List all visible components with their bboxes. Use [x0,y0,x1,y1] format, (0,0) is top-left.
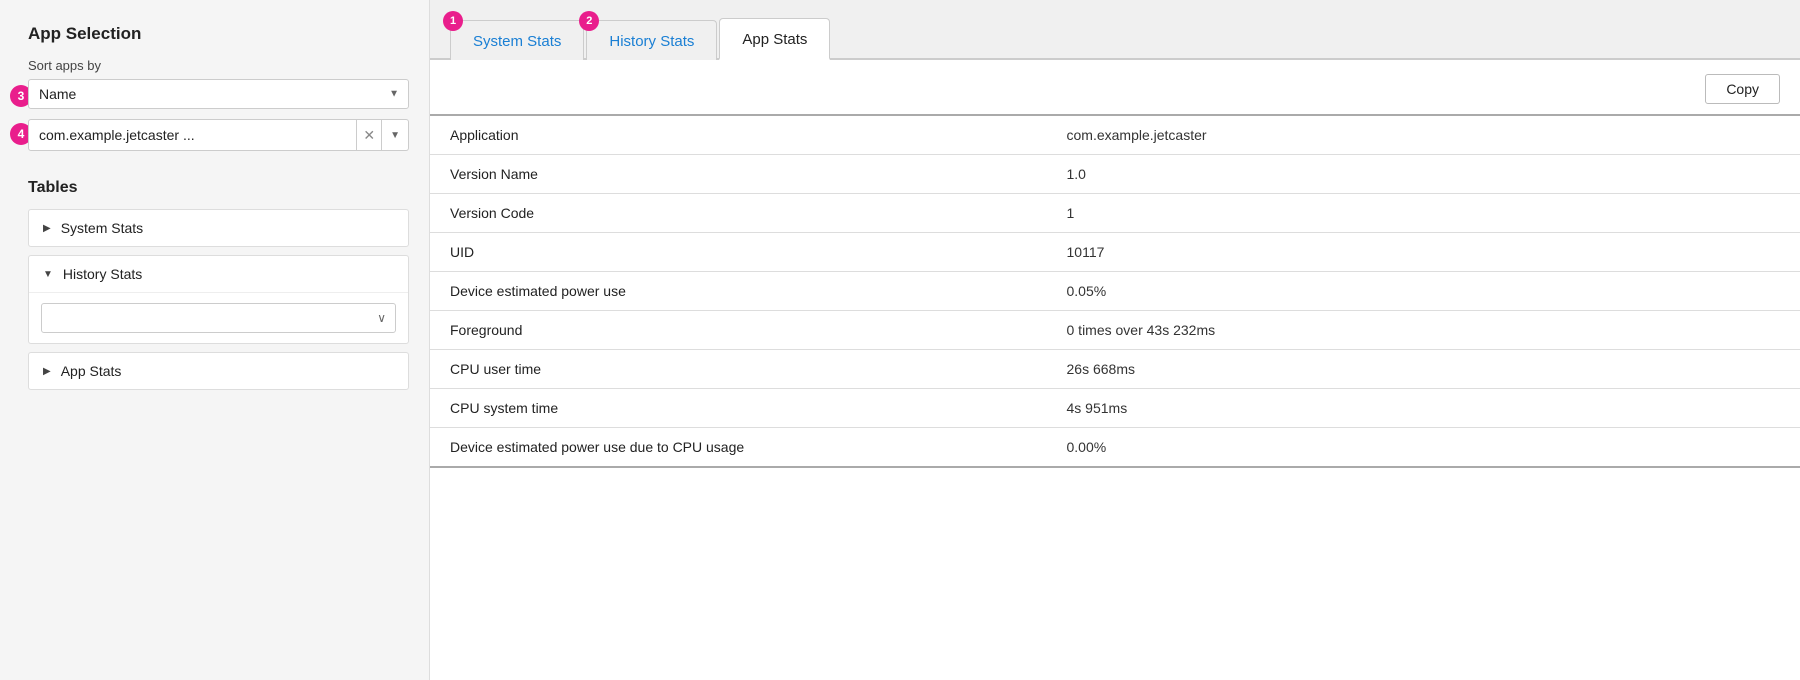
table-row: Device estimated power use due to CPU us… [430,428,1800,468]
tab-badge-2: 2 [579,11,599,31]
main-container: App Selection Sort apps by 3 Name Packag… [0,0,1800,680]
copy-row: Copy [430,60,1800,114]
stat-key: Device estimated power use due to CPU us… [430,428,1047,468]
tab-badge-1: 1 [443,11,463,31]
tab-history-stats[interactable]: 2 History Stats [586,20,717,60]
tab-system-stats-label: System Stats [473,33,561,50]
app-clear-button[interactable]: ✕ [357,119,382,151]
tab-app-stats-label: App Stats [742,31,807,48]
stat-key: Foreground [430,311,1047,350]
app-stats-section: ▶ App Stats [28,352,409,390]
tabs-bar: 1 System Stats 2 History Stats App Stats [430,0,1800,60]
app-dropdown-button[interactable]: ▼ [382,119,409,151]
app-input[interactable] [28,119,357,151]
app-stats-header[interactable]: ▶ App Stats [29,353,408,389]
content-area: Copy Applicationcom.example.jetcasterVer… [430,60,1800,680]
stat-key: Version Name [430,155,1047,194]
table-row: Device estimated power use0.05% [430,272,1800,311]
stat-value: 10117 [1047,233,1800,272]
app-stats-label: App Stats [61,363,122,379]
stat-value: 4s 951ms [1047,389,1800,428]
table-row: UID10117 [430,233,1800,272]
stat-value: 0.05% [1047,272,1800,311]
system-stats-header[interactable]: ▶ System Stats [29,210,408,246]
stats-table: Applicationcom.example.jetcasterVersion … [430,114,1800,468]
stat-value: 0 times over 43s 232ms [1047,311,1800,350]
right-panel: 1 System Stats 2 History Stats App Stats… [430,0,1800,680]
tab-system-stats[interactable]: 1 System Stats [450,20,584,60]
stat-value: com.example.jetcaster [1047,115,1800,155]
app-stats-arrow: ▶ [43,366,51,377]
stat-key: Application [430,115,1047,155]
sort-select[interactable]: Name Package UID [28,79,409,109]
sort-label: Sort apps by [28,58,409,73]
system-stats-section: ▶ System Stats [28,209,409,247]
stat-key: UID [430,233,1047,272]
stat-value: 1.0 [1047,155,1800,194]
history-stats-label: History Stats [63,266,142,282]
app-select-wrapper: ✕ ▼ [28,119,409,151]
history-stats-section: ▼ History Stats [28,255,409,344]
table-row: CPU system time4s 951ms [430,389,1800,428]
stat-key: CPU system time [430,389,1047,428]
system-stats-label: System Stats [61,220,143,236]
table-row: Foreground0 times over 43s 232ms [430,311,1800,350]
sort-select-wrapper[interactable]: Name Package UID [28,79,409,109]
table-row: Version Name1.0 [430,155,1800,194]
table-row: Applicationcom.example.jetcaster [430,115,1800,155]
stat-key: Version Code [430,194,1047,233]
history-stats-arrow: ▼ [43,269,53,280]
history-select-wrapper[interactable] [41,303,396,333]
stat-value: 26s 668ms [1047,350,1800,389]
tables-title: Tables [28,179,409,197]
tab-history-stats-label: History Stats [609,33,694,50]
history-stats-header[interactable]: ▼ History Stats [29,256,408,292]
history-stats-body [29,292,408,343]
tab-app-stats[interactable]: App Stats [719,18,830,60]
stat-value: 1 [1047,194,1800,233]
table-row: Version Code1 [430,194,1800,233]
copy-button[interactable]: Copy [1705,74,1780,104]
stat-key: CPU user time [430,350,1047,389]
system-stats-arrow: ▶ [43,223,51,234]
stat-key: Device estimated power use [430,272,1047,311]
table-row: CPU user time26s 668ms [430,350,1800,389]
left-panel: App Selection Sort apps by 3 Name Packag… [0,0,430,680]
panel-title: App Selection [28,24,409,44]
history-select[interactable] [41,303,396,333]
stat-value: 0.00% [1047,428,1800,468]
